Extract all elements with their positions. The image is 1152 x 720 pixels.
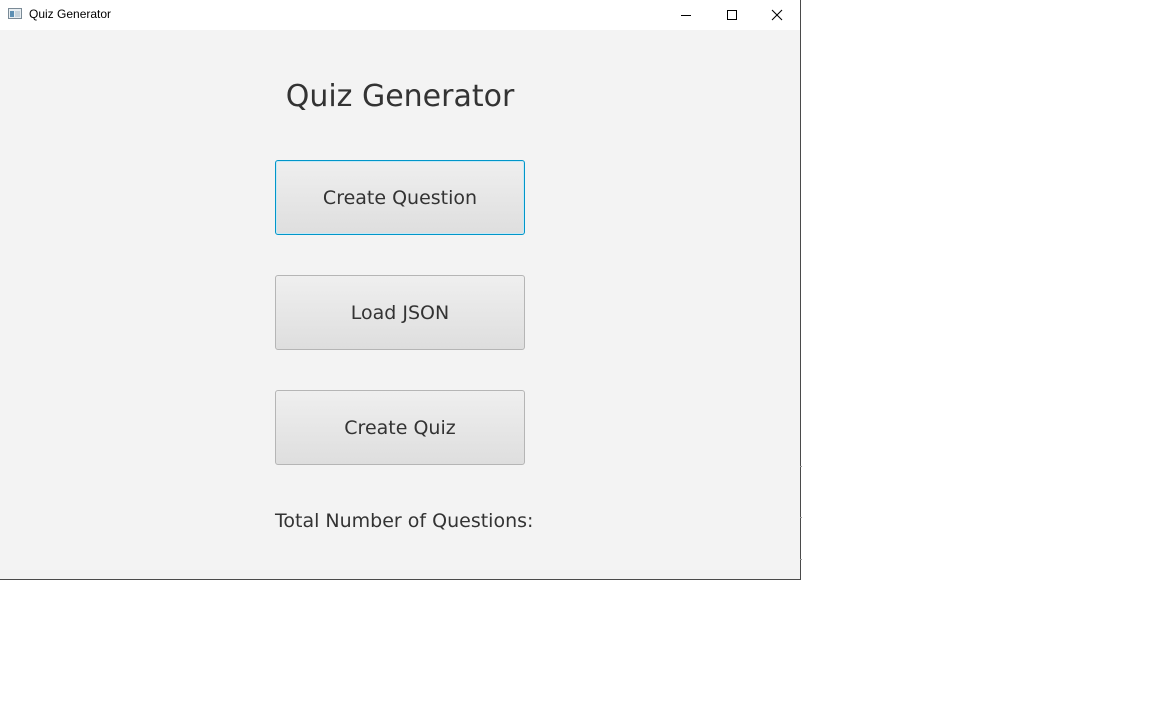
app-icon xyxy=(8,8,22,19)
main-content: Quiz Generator Create Question Load JSON… xyxy=(0,30,800,579)
close-icon xyxy=(771,9,783,21)
maximize-button[interactable] xyxy=(709,0,755,30)
window-edge-mark xyxy=(800,517,802,518)
load-json-button[interactable]: Load JSON xyxy=(275,275,525,350)
window-edge-mark xyxy=(800,559,802,560)
window-edge-mark xyxy=(800,466,802,467)
total-questions-label: Total Number of Questions: xyxy=(275,510,534,532)
window-title: Quiz Generator xyxy=(29,7,112,21)
create-question-button[interactable]: Create Question xyxy=(275,160,525,235)
create-quiz-button[interactable]: Create Quiz xyxy=(275,390,525,465)
close-button[interactable] xyxy=(754,0,800,30)
page-title: Quiz Generator xyxy=(285,79,515,114)
minimize-button[interactable] xyxy=(663,0,709,30)
minimize-icon xyxy=(681,14,691,16)
title-bar[interactable]: Quiz Generator xyxy=(0,0,800,30)
maximize-icon xyxy=(727,10,737,20)
app-window: Quiz Generator Quiz Generator Create Que… xyxy=(0,0,801,580)
